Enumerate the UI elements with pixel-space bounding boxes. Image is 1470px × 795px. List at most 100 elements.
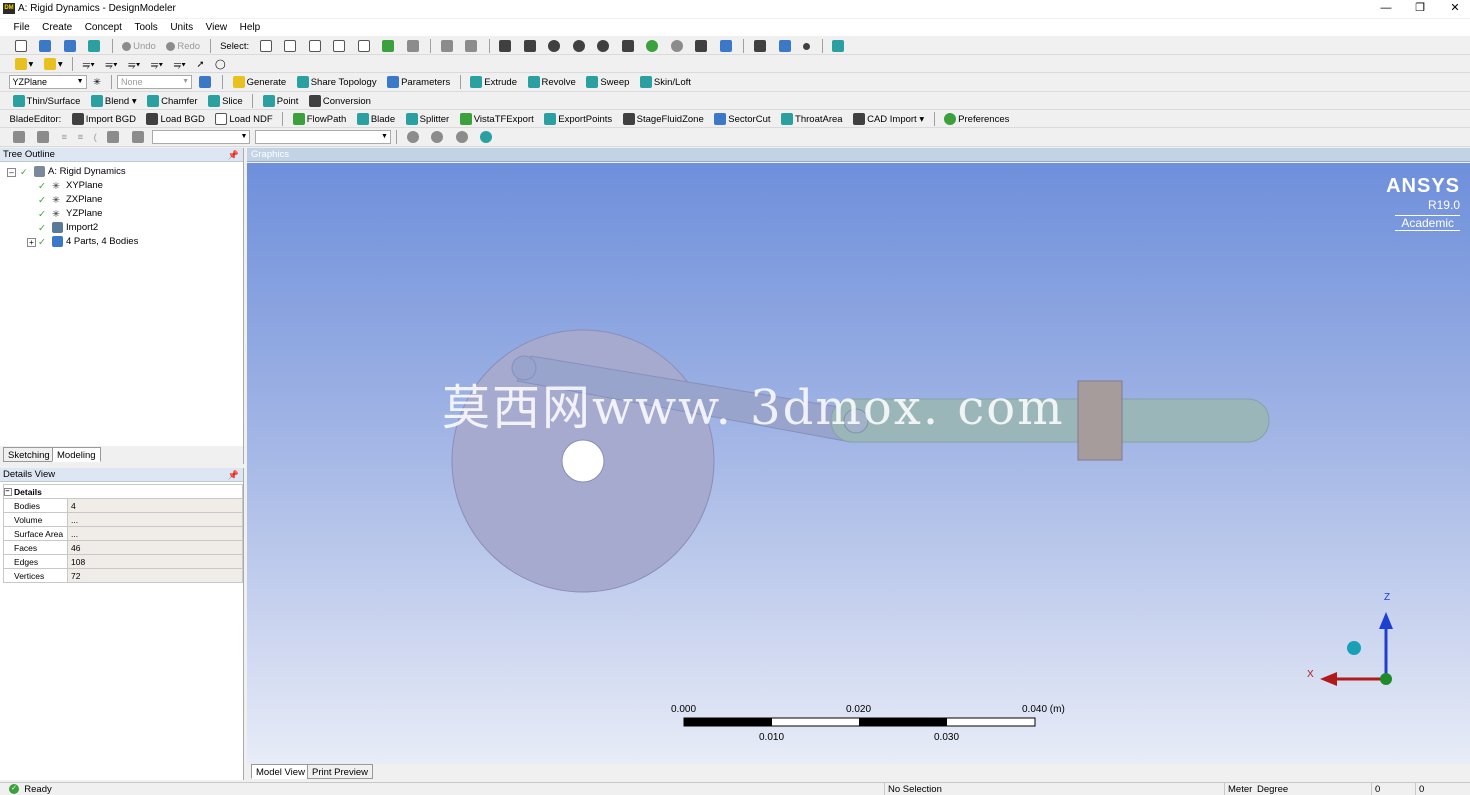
tool-g-icon[interactable] [128,128,150,146]
tree-item-xyplane[interactable]: ✓ ✳ XYPlane [38,179,103,192]
tree-item-yzplane[interactable]: ✓ ✳ YZPlane [38,207,102,220]
pin-icon[interactable]: 📌 [228,468,239,482]
new-sketch-icon[interactable] [195,73,217,91]
tool-c-icon[interactable]: ≡ [58,128,72,146]
screenshot-icon[interactable] [84,37,106,55]
tab-modeling[interactable]: Modeling [52,447,101,462]
collapse-icon[interactable]: – [3,487,12,496]
flowpath-button[interactable]: FlowPath [289,110,351,128]
magnifier-icon[interactable] [642,37,664,55]
restore-icon[interactable]: ❐ [1402,0,1438,18]
sector-cut-button[interactable]: SectorCut [710,110,774,128]
face-color-icon[interactable]: ▾ [40,55,67,73]
table-row[interactable]: Surface Area... [3,526,243,541]
menu-help[interactable]: Help [235,19,266,36]
export-points-button[interactable]: ExportPoints [540,110,616,128]
chamfer-button[interactable]: Chamfer [143,92,201,110]
filter-select-2[interactable]: ▼ [254,130,391,144]
table-row[interactable]: Bodies 4 [3,498,243,513]
edge-joint-icon[interactable]: ⥭▾ [101,55,121,73]
previous-view-icon[interactable] [691,37,713,55]
tool-i-icon[interactable] [427,128,449,146]
new-plane-icon[interactable]: ✳ [89,73,105,91]
close-icon[interactable]: ✕ [1437,0,1470,18]
save-icon[interactable] [35,37,57,55]
box-select-icon[interactable] [461,37,483,55]
extend-selection-icon[interactable] [403,37,425,55]
rotate-icon[interactable] [495,37,517,55]
menu-units[interactable]: Units [165,19,198,36]
sketch-select[interactable]: None ▼ [117,75,193,89]
filter-select-1[interactable]: ▼ [152,130,251,144]
table-row[interactable]: Volume... [3,512,243,527]
whats-this-icon[interactable] [828,37,850,55]
tool-b-icon[interactable] [33,128,55,146]
model-canvas[interactable] [247,163,1470,764]
redo-button[interactable]: Redo [162,37,204,55]
zoom-box-icon[interactable] [569,37,591,55]
menu-concept[interactable]: Concept [80,19,127,36]
stage-fluid-zone-button[interactable]: StageFluidZone [619,110,708,128]
edge-direction-icon[interactable]: ⥭▾ [124,55,144,73]
save-as-icon[interactable] [60,37,82,55]
blade-button[interactable]: Blade [353,110,399,128]
status-units[interactable]: Meter [1224,783,1254,795]
tree-root[interactable]: ✓ A: Rigid Dynamics [20,165,126,178]
thin-surface-button[interactable]: Thin/Surface [9,92,85,110]
collapse-icon[interactable]: – [7,168,16,177]
table-row[interactable]: Edges 108 [3,554,243,569]
load-bgd-button[interactable]: Load BGD [142,110,208,128]
tool-h-icon[interactable] [403,128,425,146]
plane-select[interactable]: YZPlane ▼ [8,75,87,89]
new-icon[interactable] [11,37,33,55]
zoom-icon[interactable] [544,37,566,55]
select-point-icon[interactable] [305,37,327,55]
tool-j-icon[interactable] [452,128,474,146]
display-model-icon[interactable] [799,37,816,55]
menu-view[interactable]: View [201,19,233,36]
tree-item-parts[interactable]: ✓ 4 Parts, 4 Bodies [38,235,138,248]
triad-icon[interactable] [750,37,772,55]
import-bgd-button[interactable]: Import BGD [68,110,140,128]
tool-f-icon[interactable] [103,128,125,146]
tree-item-import2[interactable]: ✓ Import2 [38,221,98,234]
select-face-icon[interactable] [354,37,376,55]
isometric-view-ball[interactable] [1347,641,1361,655]
zoom-out-icon[interactable] [667,37,689,55]
revolve-button[interactable]: Revolve [524,73,580,91]
cad-import-button[interactable]: CAD Import ▾ [849,110,928,128]
slice-button[interactable]: Slice [204,92,247,110]
conversion-button[interactable]: Conversion [305,92,375,110]
tab-sketching[interactable]: Sketching [3,447,55,462]
preferences-button[interactable]: Preferences [940,110,1013,128]
minimize-icon[interactable]: — [1368,0,1404,18]
menu-create[interactable]: Create [37,19,77,36]
next-view-icon[interactable] [716,37,738,55]
details-group-row[interactable]: – Details [3,484,243,499]
status-angle[interactable]: Degree [1254,783,1371,795]
sweep-button[interactable]: Sweep [582,73,633,91]
vistatf-export-button[interactable]: VistaTFExport [456,110,538,128]
pin-icon[interactable]: 📌 [228,148,239,162]
select-edge-icon[interactable] [329,37,351,55]
tool-d-icon[interactable]: ≡ [74,128,88,146]
select-mode-icon[interactable] [256,37,278,55]
pan-icon[interactable] [520,37,542,55]
undo-button[interactable]: Undo [118,37,160,55]
tree-item-zxplane[interactable]: ✓ ✳ ZXPlane [38,193,102,206]
expand-icon[interactable]: + [27,238,36,247]
tool-k-icon[interactable] [476,128,498,146]
skin-loft-button[interactable]: Skin/Loft [636,73,695,91]
tool-e-icon[interactable]: ( [90,128,101,146]
generate-button[interactable]: Generate [229,73,291,91]
tool-a-icon[interactable] [9,128,31,146]
edge-filter-icon[interactable]: ⥭▾ [170,55,190,73]
select-body-icon[interactable] [378,37,400,55]
load-ndf-button[interactable]: Load NDF [211,110,276,128]
point-button[interactable]: Point [259,92,303,110]
graphics-options-icon[interactable]: ▾ [11,55,38,73]
edge-style-icon[interactable]: ⥭▾ [147,55,167,73]
table-row[interactable]: Faces 46 [3,540,243,555]
zoom-fit-icon[interactable] [437,37,459,55]
menu-tools[interactable]: Tools [129,19,162,36]
